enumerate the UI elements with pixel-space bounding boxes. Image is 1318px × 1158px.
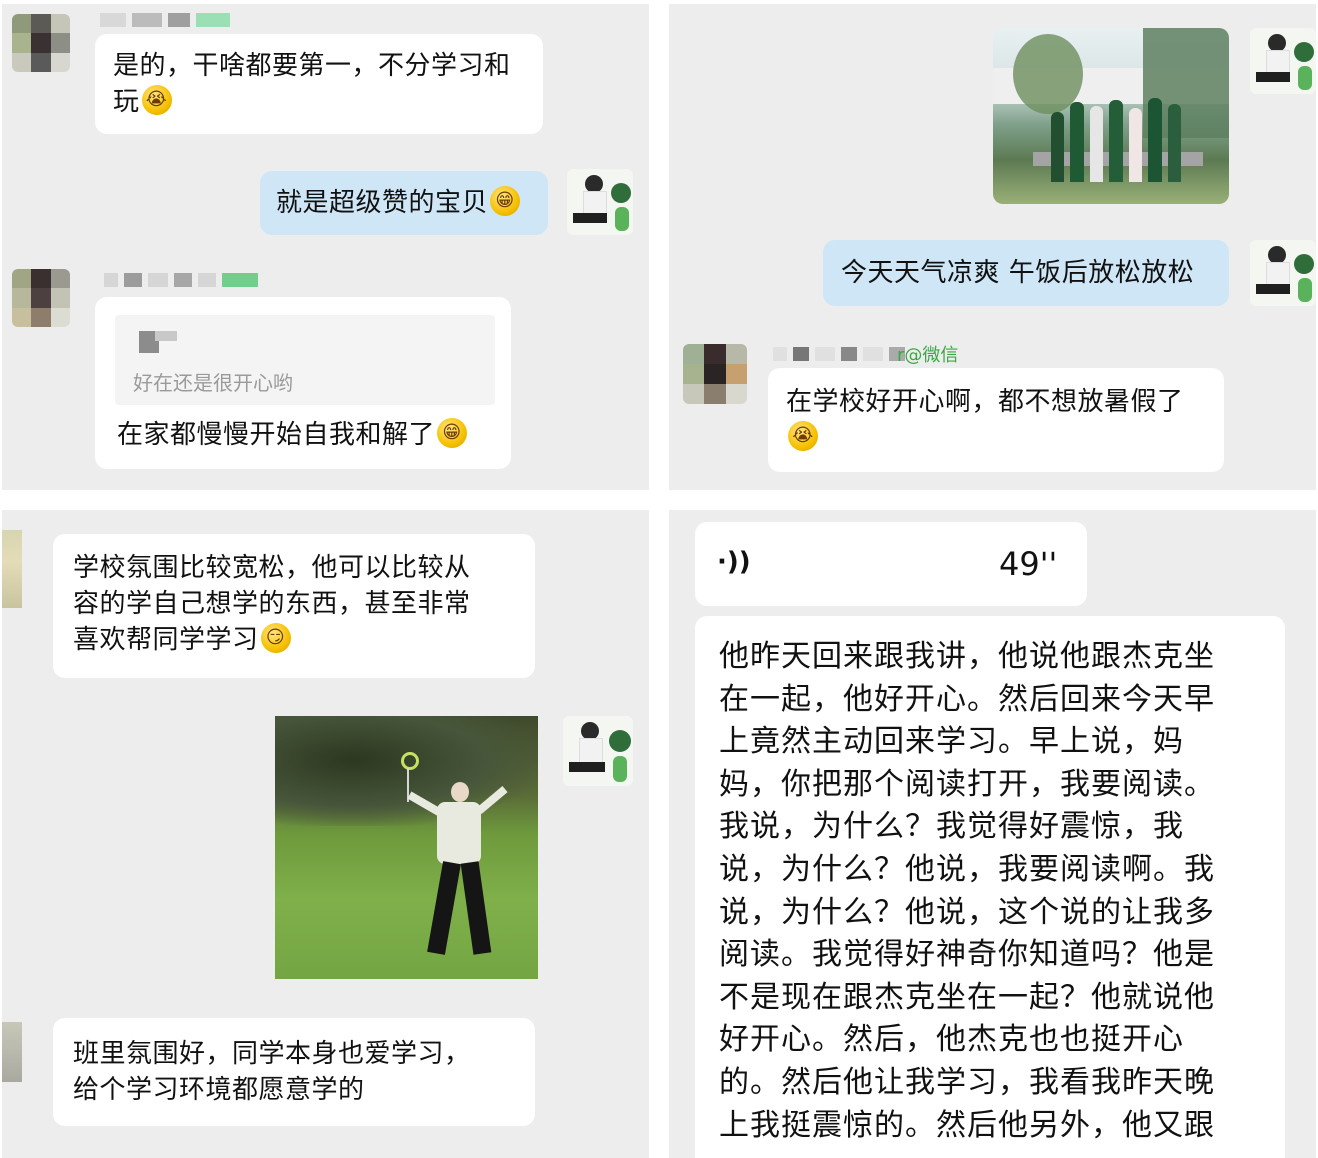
contact-avatar-partial[interactable] xyxy=(2,1022,22,1082)
message-text: 在学校好开心啊，都不想放暑假了 xyxy=(786,387,1184,417)
transcript-line: 好开心。然后，他杰克也也挺开心 xyxy=(719,1022,1184,1058)
message-bubble-outgoing[interactable]: 今天天气凉爽 午饭后放松放松 xyxy=(823,240,1229,306)
sender-wechat-tag: r@微信 xyxy=(897,345,959,366)
message-text: 就是超级赞的宝贝 xyxy=(276,188,489,218)
message-bubble[interactable]: 是的，干啥都要第一，不分学习和 玩 😭 xyxy=(95,34,543,134)
message-text: 学校氛围比较宽松，他可以比较从 xyxy=(73,553,471,583)
contact-avatar[interactable] xyxy=(12,269,70,327)
transcript-line: 说，为什么？他说，我要阅读啊。我 xyxy=(719,851,1215,887)
transcript-line: 说，为什么？他说，这个说的让我多 xyxy=(719,894,1215,930)
message-bubble[interactable]: 在学校好开心啊，都不想放暑假了 😭 xyxy=(768,368,1224,472)
user-avatar[interactable] xyxy=(1250,240,1316,306)
message-text: 玩 xyxy=(113,87,140,117)
message-bubble-outgoing[interactable]: 就是超级赞的宝贝 😁 xyxy=(260,171,548,235)
user-avatar[interactable] xyxy=(567,169,633,235)
user-avatar[interactable] xyxy=(1250,28,1316,94)
contact-avatar-partial[interactable] xyxy=(2,530,22,608)
chat-panel-3: 学校氛围比较宽松，他可以比较从 容的学自己想学的东西，甚至非常 喜欢帮同学学习 😏… xyxy=(2,510,649,1158)
smirk-emoji-icon: 😏 xyxy=(260,623,291,653)
chat-panel-4: ·)) 49'' 他昨天回来跟我讲，他说他跟杰克坐 在一起，他好开心。然后回来今… xyxy=(669,510,1316,1158)
sender-name-blurred xyxy=(100,12,230,28)
sender-name-blurred xyxy=(104,272,258,288)
transcript-line: 我说，为什么？我觉得好震惊，我 xyxy=(719,809,1184,845)
message-text: 在家都慢慢开始自我和解了 xyxy=(117,420,436,450)
message-text: 今天天气凉爽 午饭后放松放松 xyxy=(841,258,1195,288)
message-text: 容的学自己想学的东西，甚至非常 xyxy=(73,589,471,619)
transcript-line: 不是现在跟杰克坐在一起？他就说他 xyxy=(719,979,1215,1015)
message-bubble[interactable]: 好在还是很开心哟 在家都慢慢开始自我和解了 😁 xyxy=(95,297,511,469)
grin-emoji-icon: 😁 xyxy=(490,186,521,216)
chat-panel-1: 是的，干啥都要第一，不分学习和 玩😭 就是超级赞的宝贝😁 好在还是很开心哟 xyxy=(2,4,649,490)
message-text: 班里氛围好，同学本身也爱学习， xyxy=(73,1039,471,1069)
sender-name-blurred xyxy=(773,346,905,362)
quoted-text: 好在还是很开心哟 xyxy=(133,371,293,395)
photo-message[interactable] xyxy=(993,28,1229,204)
transcript-line: 的。然后他让我学习，我看我昨天晚 xyxy=(719,1064,1215,1100)
message-text: 给个学习环境都愿意学的 xyxy=(73,1075,365,1105)
laugh-cry-emoji-icon: 😭 xyxy=(788,421,818,451)
voice-message[interactable]: ·)) 49'' xyxy=(695,522,1087,606)
message-text: 喜欢帮同学学习 xyxy=(73,625,259,655)
contact-avatar[interactable] xyxy=(683,344,747,404)
user-avatar[interactable] xyxy=(563,716,633,786)
transcript-line: 阅读。我觉得好神奇你知道吗？他是 xyxy=(719,937,1215,973)
transcript-line: 上我挺震惊的。然后他另外，他又跟 xyxy=(719,1107,1215,1143)
message-bubble[interactable]: 班里氛围好，同学本身也爱学习， 给个学习环境都愿意学的 xyxy=(53,1018,535,1126)
contact-avatar[interactable] xyxy=(12,14,70,72)
transcript-line: 他昨天回来跟我讲，他说他跟杰克坐 xyxy=(719,639,1215,674)
transcript-line: 妈，你把那个阅读打开，我要阅读。 xyxy=(719,766,1215,802)
message-bubble[interactable]: 学校氛围比较宽松，他可以比较从 容的学自己想学的东西，甚至非常 喜欢帮同学学习 😏 xyxy=(53,534,535,678)
gif-message[interactable] xyxy=(275,716,538,979)
transcript-line: 在一起，他好开心。然后回来今天早 xyxy=(719,681,1215,717)
quoted-message[interactable]: 好在还是很开心哟 xyxy=(115,315,495,405)
voice-transcript[interactable]: 他昨天回来跟我讲，他说他跟杰克坐 在一起，他好开心。然后回来今天早 上竟然主动回… xyxy=(695,616,1285,1158)
transcript-line: 上竟然主动回来学习。早上说，妈 xyxy=(719,724,1184,760)
chat-panel-2: 今天天气凉爽 午饭后放松放松 r@微信 在学校好开心啊，都不想放暑假了 😭 xyxy=(669,4,1316,490)
message-text: 是的，干啥都要第一，不分学习和 xyxy=(113,51,511,81)
transcript-text: 他昨天回来跟我讲，他说他跟杰克坐 在一起，他好开心。然后回来今天早 上竟然主动回… xyxy=(719,636,1215,1147)
grin-emoji-icon: 😁 xyxy=(437,418,468,448)
voice-wave-icon: ·)) xyxy=(717,547,751,577)
laugh-cry-emoji-icon: 😭 xyxy=(141,85,172,115)
voice-duration: 49'' xyxy=(999,545,1058,583)
